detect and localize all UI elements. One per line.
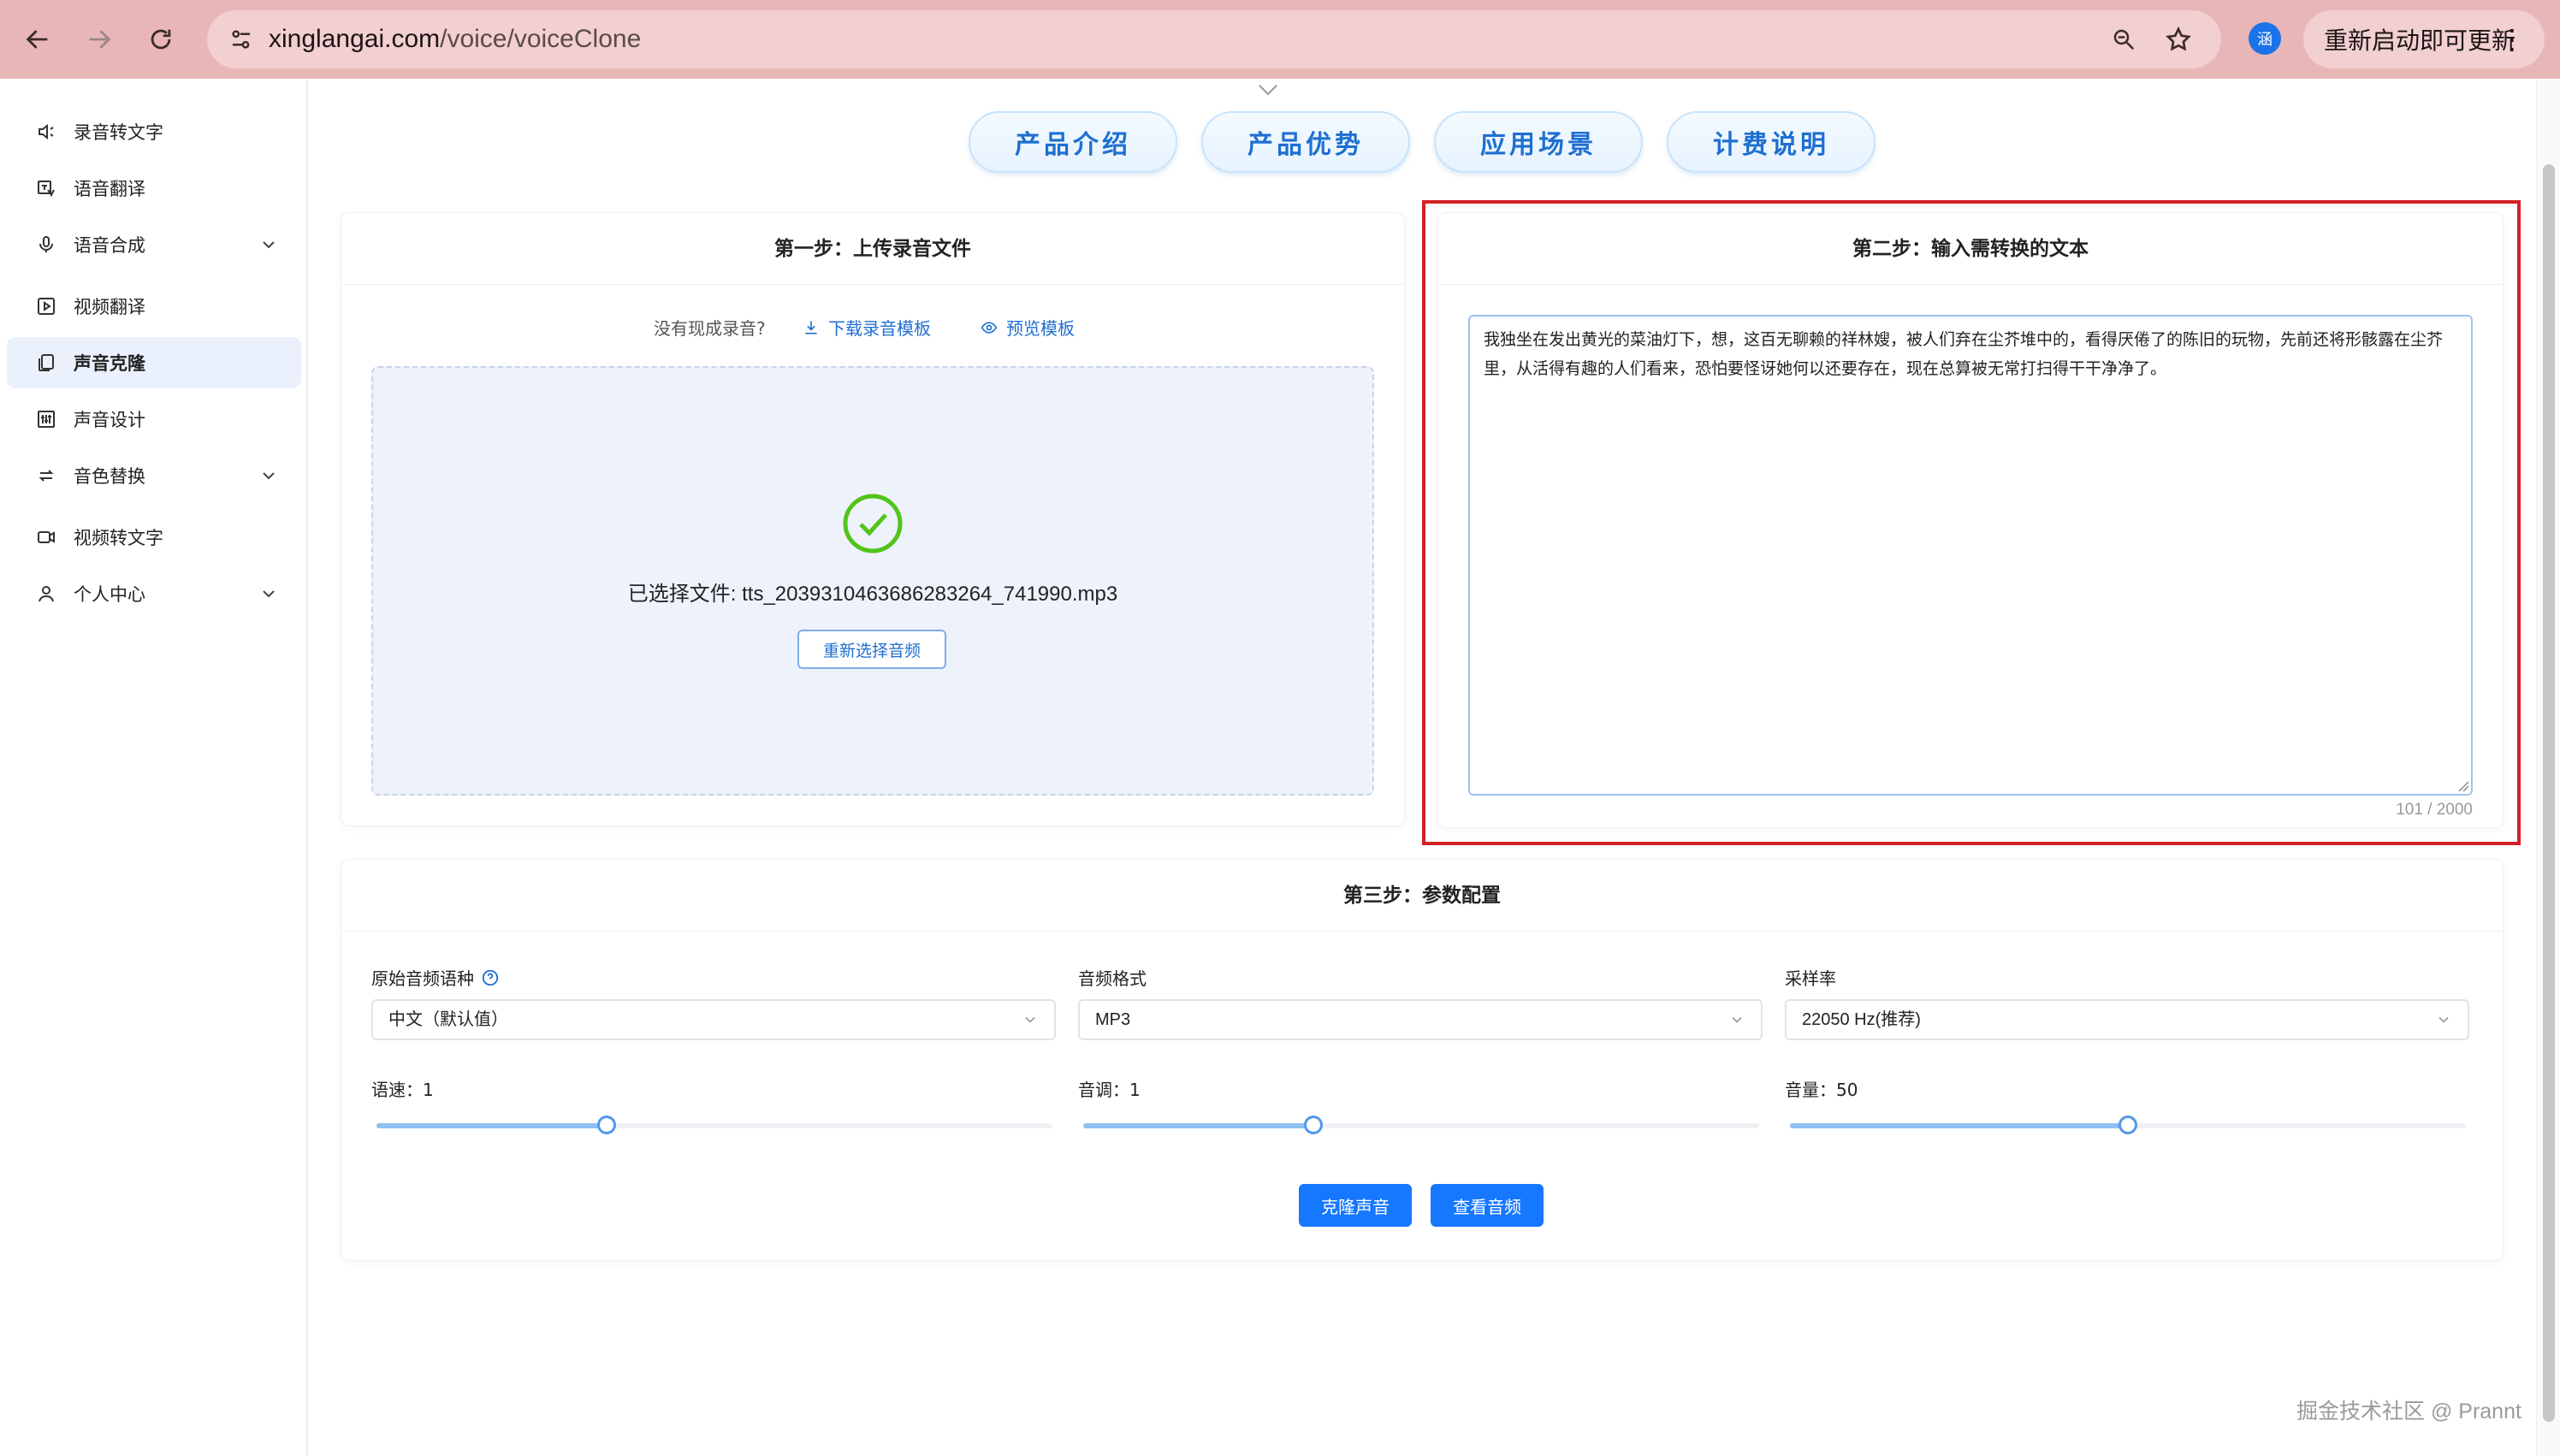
language-label-text: 原始音频语种 bbox=[371, 968, 474, 989]
sidebar-item-label: 声音克隆 bbox=[74, 353, 145, 374]
samplerate-select-value: 22050 Hz(推荐) bbox=[1802, 1010, 1921, 1029]
chevron-down-icon bbox=[2439, 1016, 2449, 1023]
language-select-value: 中文（默认值） bbox=[388, 1010, 508, 1029]
step3-title: 第三步：参数配置 bbox=[341, 860, 2503, 932]
back-arrow-icon[interactable] bbox=[15, 17, 60, 62]
speed-slider[interactable] bbox=[376, 1114, 1052, 1138]
pitch-label: 音调：1 bbox=[1078, 1080, 1141, 1100]
success-check-icon bbox=[843, 494, 903, 553]
browser-toolbar: xinglangai.com/voice/voiceClone 涵 重新启动即可… bbox=[0, 0, 2560, 79]
volume-label: 音量：50 bbox=[1785, 1080, 1858, 1100]
samplerate-select[interactable]: 22050 Hz(推荐) bbox=[1785, 999, 2469, 1040]
url-text: xinglangai.com/voice/voiceClone bbox=[269, 10, 641, 68]
sidebar-item-video-to-text[interactable]: 视频转文字 bbox=[7, 512, 301, 563]
copy-icon bbox=[34, 351, 58, 375]
volume-slider[interactable] bbox=[1790, 1114, 2466, 1138]
swap-icon bbox=[34, 464, 58, 488]
tab-product-intro[interactable]: 产品介绍 bbox=[969, 111, 1177, 173]
sidebar-item-label: 音色替换 bbox=[74, 466, 145, 487]
tab-use-cases[interactable]: 应用场景 bbox=[1434, 111, 1643, 173]
site-settings-icon[interactable] bbox=[224, 22, 258, 56]
reselect-audio-button[interactable]: 重新选择音频 bbox=[797, 630, 946, 669]
update-label: 重新启动即可更新 bbox=[2324, 27, 2516, 55]
clone-voice-button[interactable]: 克隆声音 bbox=[1299, 1184, 1412, 1227]
no-recording-hint: 没有现成录音? bbox=[654, 318, 766, 339]
sidebar-item-label: 语音翻译 bbox=[74, 179, 145, 199]
sidebar-item-voice-replace[interactable]: 音色替换 bbox=[7, 450, 301, 501]
chevron-down-icon bbox=[1025, 1016, 1035, 1023]
pitch-slider[interactable] bbox=[1083, 1114, 1759, 1138]
sidebar-item-label: 视频翻译 bbox=[74, 297, 145, 317]
preview-template-link[interactable]: 预览模板 bbox=[981, 315, 1075, 340]
download-icon bbox=[805, 321, 817, 334]
sidebar-item-speech-synthesis[interactable]: 语音合成 bbox=[7, 219, 301, 270]
zoom-icon[interactable] bbox=[2107, 22, 2141, 56]
forward-arrow-icon[interactable] bbox=[77, 17, 121, 62]
sidebar-item-label: 视频转文字 bbox=[74, 528, 163, 548]
format-select-value: MP3 bbox=[1095, 1010, 1131, 1029]
browser-menu-icon[interactable]: ⋮ bbox=[2498, 22, 2526, 56]
format-select[interactable]: MP3 bbox=[1078, 999, 1763, 1040]
download-template-link[interactable]: 下载录音模板 bbox=[803, 315, 931, 340]
samplerate-label: 采样率 bbox=[1785, 968, 1836, 989]
language-label: 原始音频语种 bbox=[371, 965, 500, 990]
watermark: 掘金技术社区 @ Prannt bbox=[2296, 1400, 2521, 1423]
bookmark-star-icon[interactable] bbox=[2161, 22, 2196, 56]
download-template-label: 下载录音模板 bbox=[828, 318, 931, 339]
slider-fill bbox=[376, 1123, 607, 1128]
chevron-down-icon bbox=[263, 241, 275, 249]
sidebar-item-label: 声音设计 bbox=[74, 410, 145, 430]
slider-thumb[interactable] bbox=[1303, 1116, 1323, 1134]
sidebar-item-label: 个人中心 bbox=[74, 584, 145, 605]
slider-fill bbox=[1790, 1123, 2128, 1128]
collapse-chevron-icon[interactable] bbox=[1256, 82, 1280, 99]
sidebar-item-video-translation[interactable]: 视频翻译 bbox=[7, 281, 301, 332]
sidebar-item-voice-translation[interactable]: 语音翻译 bbox=[7, 163, 301, 214]
sidebar-item-label: 录音转文字 bbox=[74, 122, 163, 143]
reload-icon[interactable] bbox=[139, 17, 183, 62]
speed-label: 语速：1 bbox=[371, 1080, 434, 1100]
preview-template-label: 预览模板 bbox=[1006, 318, 1075, 339]
address-bar[interactable]: xinglangai.com/voice/voiceClone bbox=[207, 10, 2221, 68]
tab-pricing[interactable]: 计费说明 bbox=[1667, 111, 1876, 173]
chevron-down-icon bbox=[263, 590, 275, 598]
eye-icon bbox=[981, 321, 998, 334]
step3-card: 第三步：参数配置 bbox=[341, 859, 2504, 1261]
language-select[interactable]: 中文（默认值） bbox=[371, 999, 1056, 1040]
selected-file-text: 已选择文件: tts_2039310463686283264_741990.mp… bbox=[627, 583, 1118, 606]
profile-avatar[interactable]: 涵 bbox=[2249, 22, 2281, 55]
format-label: 音频格式 bbox=[1078, 968, 1147, 989]
help-question-icon[interactable] bbox=[481, 968, 500, 987]
sidebar-item-recording-to-text[interactable]: 录音转文字 bbox=[7, 106, 301, 157]
speaker-icon bbox=[34, 120, 58, 144]
microphone-icon bbox=[34, 233, 58, 257]
update-button[interactable]: 重新启动即可更新 ⋮ bbox=[2303, 10, 2545, 68]
chevron-down-icon bbox=[1732, 1016, 1742, 1023]
slider-thumb[interactable] bbox=[596, 1116, 616, 1134]
url-path: /voice/voiceClone bbox=[440, 25, 642, 53]
chevron-down-icon bbox=[263, 472, 275, 480]
tab-product-advantages[interactable]: 产品优势 bbox=[1201, 111, 1410, 173]
sidebar: 录音转文字 语音翻译 语音合成 视频翻译 声音克隆 声音设计 音色替换 视频转文… bbox=[0, 79, 308, 1456]
step1-title: 第一步：上传录音文件 bbox=[341, 213, 1404, 285]
page-scrollbar[interactable] bbox=[2536, 79, 2560, 1456]
slider-fill bbox=[1083, 1123, 1313, 1128]
video-camera-icon bbox=[34, 525, 58, 549]
highlight-annotation-box bbox=[1422, 200, 2521, 845]
sidebar-item-user-center[interactable]: 个人中心 bbox=[7, 568, 301, 619]
slider-thumb[interactable] bbox=[2119, 1116, 2137, 1134]
sidebar-item-voice-clone[interactable]: 声音克隆 bbox=[7, 337, 301, 388]
sidebar-item-label: 语音合成 bbox=[74, 235, 145, 256]
translate-icon bbox=[34, 176, 58, 200]
scrollbar-thumb[interactable] bbox=[2543, 164, 2555, 1422]
video-play-icon bbox=[34, 294, 58, 318]
equalizer-icon bbox=[34, 407, 58, 431]
sidebar-item-voice-design[interactable]: 声音设计 bbox=[7, 394, 301, 445]
url-host: xinglangai.com bbox=[269, 25, 441, 53]
view-audio-button[interactable]: 查看音频 bbox=[1431, 1184, 1544, 1227]
user-icon bbox=[34, 582, 58, 606]
